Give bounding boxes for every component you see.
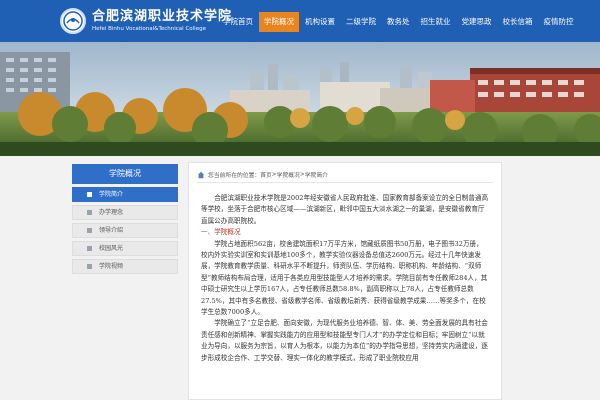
nav-item-schools[interactable]: 二级学院 xyxy=(341,12,381,32)
square-bullet-icon xyxy=(87,210,92,215)
logo-chinese-name: 合肥滨湖职业技术学院 xyxy=(92,9,233,24)
sidebar-item-philosophy[interactable]: 办学理念 xyxy=(72,205,178,220)
square-bullet-icon xyxy=(87,228,92,233)
sidebar-item-label: 办学理念 xyxy=(99,209,124,216)
sidebar-item-label: 学院简介 xyxy=(99,191,124,198)
logo-english-name: Hefei Binhu Vocational&Technical College xyxy=(92,26,206,32)
site-header: 合肥滨湖职业技术学院 Hefei Binhu Vocational&Techni… xyxy=(0,0,600,42)
nav-item-epidemic[interactable]: 疫情防控 xyxy=(539,12,579,32)
nav-item-departments[interactable]: 机构设置 xyxy=(300,12,340,32)
square-bullet-icon xyxy=(87,246,92,251)
sidebar-title: 学院概况 xyxy=(72,164,178,184)
nav-item-home[interactable]: 学院首页 xyxy=(218,12,258,32)
campus-banner-image xyxy=(0,42,600,156)
article-body: 合肥滨湖职业技术学院是2002年经安徽省人民政府批准、国家教育部备案设立的全日制… xyxy=(201,193,489,364)
nav-item-about[interactable]: 学院概况 xyxy=(259,12,299,32)
breadcrumb-section-link[interactable]: 学院概况 xyxy=(277,170,300,179)
college-emblem-icon xyxy=(60,8,86,34)
sidebar-item-label: 学院视频 xyxy=(99,263,124,270)
sidebar-item-label: 校园风光 xyxy=(99,245,124,252)
sidebar-item-campus-scenery[interactable]: 校园风光 xyxy=(72,241,178,256)
breadcrumb-prefix: 您当前所在的位置： xyxy=(208,173,261,179)
content-area: 学院概况 学院简介 办学理念 领导介绍 校园风光 学院视频 您当前所在的位置： xyxy=(72,162,502,400)
breadcrumb-home-link[interactable]: 首页 xyxy=(260,170,272,179)
nav-item-party-building[interactable]: 党建思政 xyxy=(457,12,497,32)
article-panel: 您当前所在的位置： 首页 > 学院概况 > 学院简介 合肥滨湖职业技术学院是20… xyxy=(188,162,502,400)
nav-item-academic-affairs[interactable]: 教务处 xyxy=(382,12,415,32)
college-logo[interactable]: 合肥滨湖职业技术学院 Hefei Binhu Vocational&Techni… xyxy=(60,4,231,38)
square-bullet-icon xyxy=(87,264,92,269)
nav-item-admissions[interactable]: 招生就业 xyxy=(416,12,456,32)
nav-item-president-mailbox[interactable]: 校长信箱 xyxy=(498,12,538,32)
main-nav: 学院首页 学院概况 机构设置 二级学院 教务处 招生就业 党建思政 校长信箱 疫… xyxy=(218,12,580,32)
sidebar: 学院概况 学院简介 办学理念 领导介绍 校园风光 学院视频 xyxy=(72,164,178,274)
article-paragraph: 学院占地面积562亩，校舍建筑面积17万平方米，馆藏纸质图书50万册，电子图书3… xyxy=(201,239,488,317)
article-paragraph: 学院确立了“立足合肥、面向安徽，为现代服务业培养德、智、体、美、劳全面发展的具有… xyxy=(201,319,488,362)
home-icon xyxy=(197,171,205,178)
sidebar-item-label: 领导介绍 xyxy=(99,227,124,234)
square-bullet-icon xyxy=(87,192,92,197)
breadcrumb: 您当前所在的位置： 首页 > 学院概况 > 学院简介 xyxy=(197,169,493,183)
sidebar-item-videos[interactable]: 学院视频 xyxy=(72,259,178,274)
sidebar-item-introduction[interactable]: 学院简介 xyxy=(72,187,178,202)
article-paragraph: 合肥滨湖职业技术学院是2002年经安徽省人民政府批准、国家教育部备案设立的全日制… xyxy=(201,194,489,225)
section-heading: 一、学院概况 xyxy=(201,228,241,237)
breadcrumb-current-page: 学院简介 xyxy=(304,173,328,179)
sidebar-item-leadership[interactable]: 领导介绍 xyxy=(72,223,178,238)
